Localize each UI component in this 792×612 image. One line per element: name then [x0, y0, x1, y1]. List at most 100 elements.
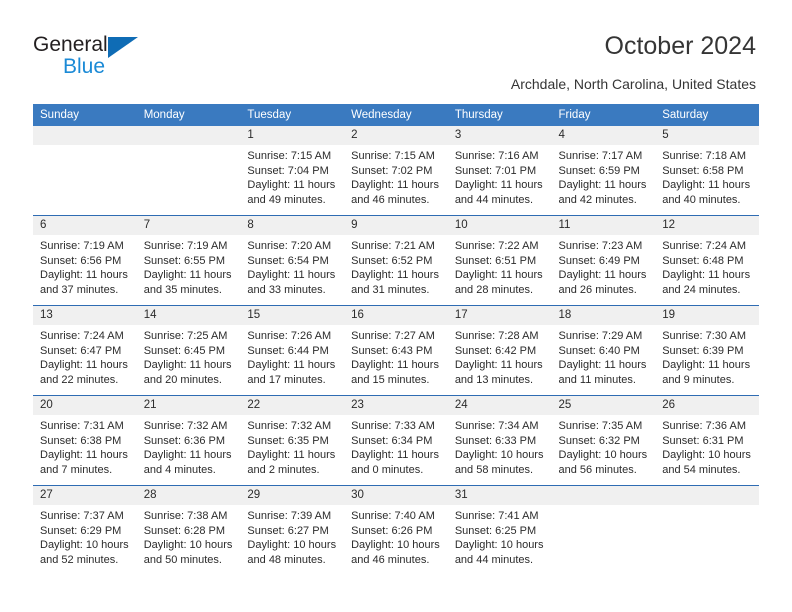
calendar-day-cell[interactable]: 6 Sunrise: 7:19 AM Sunset: 6:56 PM Daylight…: [33, 215, 137, 306]
sunrise-time: Sunrise: 7:17 AM: [558, 150, 643, 162]
day-number: 5: [655, 126, 759, 145]
calendar-day-cell[interactable]: 25 Sunrise: 7:35 AM Sunset: 6:32 PM Dayligh…: [551, 395, 656, 486]
calendar-week-row: 1 Sunrise: 7:15 AM Sunset: 7:04 PM Daylight…: [33, 126, 759, 216]
calendar-day-cell[interactable]: 7 Sunrise: 7:19 AM Sunset: 6:55 PM Daylight…: [136, 215, 241, 306]
calendar-day-cell-empty: [136, 126, 241, 216]
calendar-day-cell[interactable]: 8 Sunrise: 7:20 AM Sunset: 6:54 PM Daylight…: [240, 215, 345, 306]
sunset-time: Sunset: 6:47 PM: [40, 344, 122, 357]
sunset-time: Sunset: 6:26 PM: [351, 524, 433, 537]
day-number: 30: [344, 486, 448, 505]
day-cell-inner: 19 Sunrise: 7:30 AM Sunset: 6:39 PM Dayligh…: [655, 306, 759, 395]
sunset-time: Sunset: 6:34 PM: [351, 434, 433, 447]
calendar-body: 1 Sunrise: 7:15 AM Sunset: 7:04 PM Daylight…: [33, 126, 759, 574]
day-number: 20: [33, 396, 137, 415]
day-number: 21: [136, 396, 241, 415]
calendar-day-cell[interactable]: 29 Sunrise: 7:39 AM Sunset: 6:27 PM Dayligh…: [240, 485, 345, 574]
sunrise-time: Sunrise: 7:15 AM: [351, 150, 435, 162]
sunset-time: Sunset: 6:36 PM: [143, 434, 226, 447]
daylight-duration-line1: Daylight: 11 hours: [454, 269, 543, 282]
day-sun-info: Sunrise: 7:23 AM Sunset: 6:49 PM Daylight:…: [552, 235, 656, 297]
daylight-duration-line1: Daylight: 11 hours: [351, 359, 439, 372]
sunset-time: Sunset: 6:29 PM: [40, 524, 122, 537]
calendar-day-cell[interactable]: 18 Sunrise: 7:29 AM Sunset: 6:40 PM Dayligh…: [551, 305, 656, 396]
day-number: 15: [240, 306, 345, 325]
day-number: 4: [551, 126, 656, 145]
day-cell-inner: 26 Sunrise: 7:36 AM Sunset: 6:31 PM Dayligh…: [655, 396, 759, 485]
day-cell-inner: 16 Sunrise: 7:27 AM Sunset: 6:43 PM Dayligh…: [344, 306, 448, 395]
sunrise-time: Sunrise: 7:19 AM: [40, 240, 124, 252]
day-sun-info: Sunrise: 7:38 AM Sunset: 6:28 PM Daylight:…: [137, 505, 241, 567]
day-sun-info: Sunrise: 7:36 AM Sunset: 6:31 PM Daylight:…: [655, 415, 759, 477]
daylight-duration-line1: Daylight: 11 hours: [351, 179, 439, 192]
weekday-header-sunday: Sunday: [33, 104, 137, 126]
calendar-day-cell[interactable]: 22 Sunrise: 7:32 AM Sunset: 6:35 PM Dayligh…: [240, 395, 345, 486]
sunset-time: Sunset: 7:04 PM: [247, 164, 329, 177]
daylight-duration-line2: and 52 minutes.: [40, 553, 119, 566]
daylight-duration-line1: Daylight: 11 hours: [558, 359, 647, 372]
calendar-day-cell[interactable]: 1 Sunrise: 7:15 AM Sunset: 7:04 PM Daylight…: [240, 126, 345, 216]
day-cell-inner: 31 Sunrise: 7:41 AM Sunset: 6:25 PM Dayligh…: [447, 486, 552, 574]
calendar-day-cell[interactable]: 5 Sunrise: 7:18 AM Sunset: 6:58 PM Daylight…: [655, 126, 759, 216]
daylight-duration-line2: and 54 minutes.: [662, 463, 741, 476]
daylight-duration-line1: Daylight: 10 hours: [351, 539, 440, 552]
calendar-day-cell[interactable]: 17 Sunrise: 7:28 AM Sunset: 6:42 PM Dayligh…: [447, 305, 552, 396]
sunrise-time: Sunrise: 7:24 AM: [662, 240, 746, 252]
day-number: 3: [447, 126, 552, 145]
day-number: 31: [447, 486, 552, 505]
calendar-day-cell[interactable]: 10 Sunrise: 7:22 AM Sunset: 6:51 PM Dayligh…: [447, 215, 552, 306]
day-sun-info: Sunrise: 7:31 AM Sunset: 6:38 PM Daylight:…: [33, 415, 137, 477]
calendar-day-cell[interactable]: 9 Sunrise: 7:21 AM Sunset: 6:52 PM Daylight…: [344, 215, 448, 306]
daylight-duration-line2: and 20 minutes.: [143, 373, 222, 386]
sunrise-time: Sunrise: 7:40 AM: [351, 510, 435, 522]
calendar-day-cell[interactable]: 11 Sunrise: 7:23 AM Sunset: 6:49 PM Dayligh…: [551, 215, 656, 306]
day-cell-inner: 9 Sunrise: 7:21 AM Sunset: 6:52 PM Daylight…: [344, 216, 448, 305]
day-cell-inner: [655, 486, 759, 574]
daylight-duration-line1: Daylight: 10 hours: [558, 449, 648, 462]
day-number: 2: [344, 126, 448, 145]
calendar-day-cell[interactable]: 26 Sunrise: 7:36 AM Sunset: 6:31 PM Dayligh…: [655, 395, 759, 486]
daylight-duration-line1: Daylight: 11 hours: [662, 359, 751, 372]
sunset-time: Sunset: 7:01 PM: [454, 164, 537, 177]
daylight-duration-line1: Daylight: 10 hours: [454, 539, 544, 552]
daylight-duration-line1: Daylight: 11 hours: [351, 269, 439, 282]
calendar-day-cell[interactable]: 3 Sunrise: 7:16 AM Sunset: 7:01 PM Daylight…: [447, 126, 552, 216]
day-cell-inner: 24 Sunrise: 7:34 AM Sunset: 6:33 PM Dayligh…: [447, 396, 552, 485]
weekday-header-wednesday: Wednesday: [344, 104, 448, 126]
daylight-duration-line2: and 22 minutes.: [40, 373, 119, 386]
calendar-day-cell[interactable]: 21 Sunrise: 7:32 AM Sunset: 6:36 PM Dayligh…: [136, 395, 241, 486]
daylight-duration-line2: and 2 minutes.: [247, 463, 320, 476]
day-sun-info: Sunrise: 7:34 AM Sunset: 6:33 PM Daylight:…: [448, 415, 552, 477]
calendar-day-cell[interactable]: 19 Sunrise: 7:30 AM Sunset: 6:39 PM Dayligh…: [655, 305, 759, 396]
day-cell-inner: 4 Sunrise: 7:17 AM Sunset: 6:59 PM Daylight…: [551, 126, 656, 215]
daylight-duration-line1: Daylight: 11 hours: [247, 359, 336, 372]
calendar-day-cell[interactable]: 28 Sunrise: 7:38 AM Sunset: 6:28 PM Dayligh…: [136, 485, 241, 574]
calendar-day-cell[interactable]: 2 Sunrise: 7:15 AM Sunset: 7:02 PM Daylight…: [344, 126, 448, 216]
day-sun-info: Sunrise: 7:29 AM Sunset: 6:40 PM Daylight:…: [552, 325, 656, 387]
calendar-day-cell[interactable]: 31 Sunrise: 7:41 AM Sunset: 6:25 PM Dayligh…: [447, 485, 552, 574]
sunrise-time: Sunrise: 7:21 AM: [351, 240, 435, 252]
calendar-day-cell[interactable]: 20 Sunrise: 7:31 AM Sunset: 6:38 PM Dayligh…: [33, 395, 137, 486]
day-cell-inner: 30 Sunrise: 7:40 AM Sunset: 6:26 PM Dayligh…: [344, 486, 448, 574]
calendar-day-cell[interactable]: 14 Sunrise: 7:25 AM Sunset: 6:45 PM Dayligh…: [136, 305, 241, 396]
day-sun-info: Sunrise: 7:32 AM Sunset: 6:36 PM Daylight:…: [137, 415, 241, 477]
daylight-duration-line2: and 40 minutes.: [662, 193, 741, 206]
sunrise-time: Sunrise: 7:32 AM: [247, 420, 332, 432]
calendar-day-cell[interactable]: 23 Sunrise: 7:33 AM Sunset: 6:34 PM Dayligh…: [344, 395, 448, 486]
calendar-table: Sunday Monday Tuesday Wednesday Thursday…: [33, 104, 759, 574]
calendar-container: Sunday Monday Tuesday Wednesday Thursday…: [33, 104, 759, 574]
sunset-time: Sunset: 6:25 PM: [454, 524, 537, 537]
calendar-day-cell[interactable]: 16 Sunrise: 7:27 AM Sunset: 6:43 PM Dayligh…: [344, 305, 448, 396]
day-sun-info: Sunrise: 7:39 AM Sunset: 6:27 PM Daylight:…: [240, 505, 344, 567]
calendar-day-cell[interactable]: 4 Sunrise: 7:17 AM Sunset: 6:59 PM Daylight…: [551, 126, 656, 216]
calendar-day-cell[interactable]: 24 Sunrise: 7:34 AM Sunset: 6:33 PM Dayligh…: [447, 395, 552, 486]
calendar-day-cell[interactable]: 30 Sunrise: 7:40 AM Sunset: 6:26 PM Dayligh…: [344, 485, 448, 574]
calendar-day-cell[interactable]: 12 Sunrise: 7:24 AM Sunset: 6:48 PM Dayligh…: [655, 215, 759, 306]
calendar-day-cell[interactable]: 27 Sunrise: 7:37 AM Sunset: 6:29 PM Dayligh…: [33, 485, 137, 574]
daylight-duration-line1: Daylight: 11 hours: [558, 179, 647, 192]
daylight-duration-line2: and 48 minutes.: [247, 553, 326, 566]
general-blue-logo: General Blue: [33, 34, 213, 80]
calendar-day-cell[interactable]: 15 Sunrise: 7:26 AM Sunset: 6:44 PM Dayligh…: [240, 305, 345, 396]
day-number: 14: [136, 306, 241, 325]
day-cell-inner: 29 Sunrise: 7:39 AM Sunset: 6:27 PM Dayligh…: [240, 486, 345, 574]
calendar-day-cell[interactable]: 13 Sunrise: 7:24 AM Sunset: 6:47 PM Dayligh…: [33, 305, 137, 396]
